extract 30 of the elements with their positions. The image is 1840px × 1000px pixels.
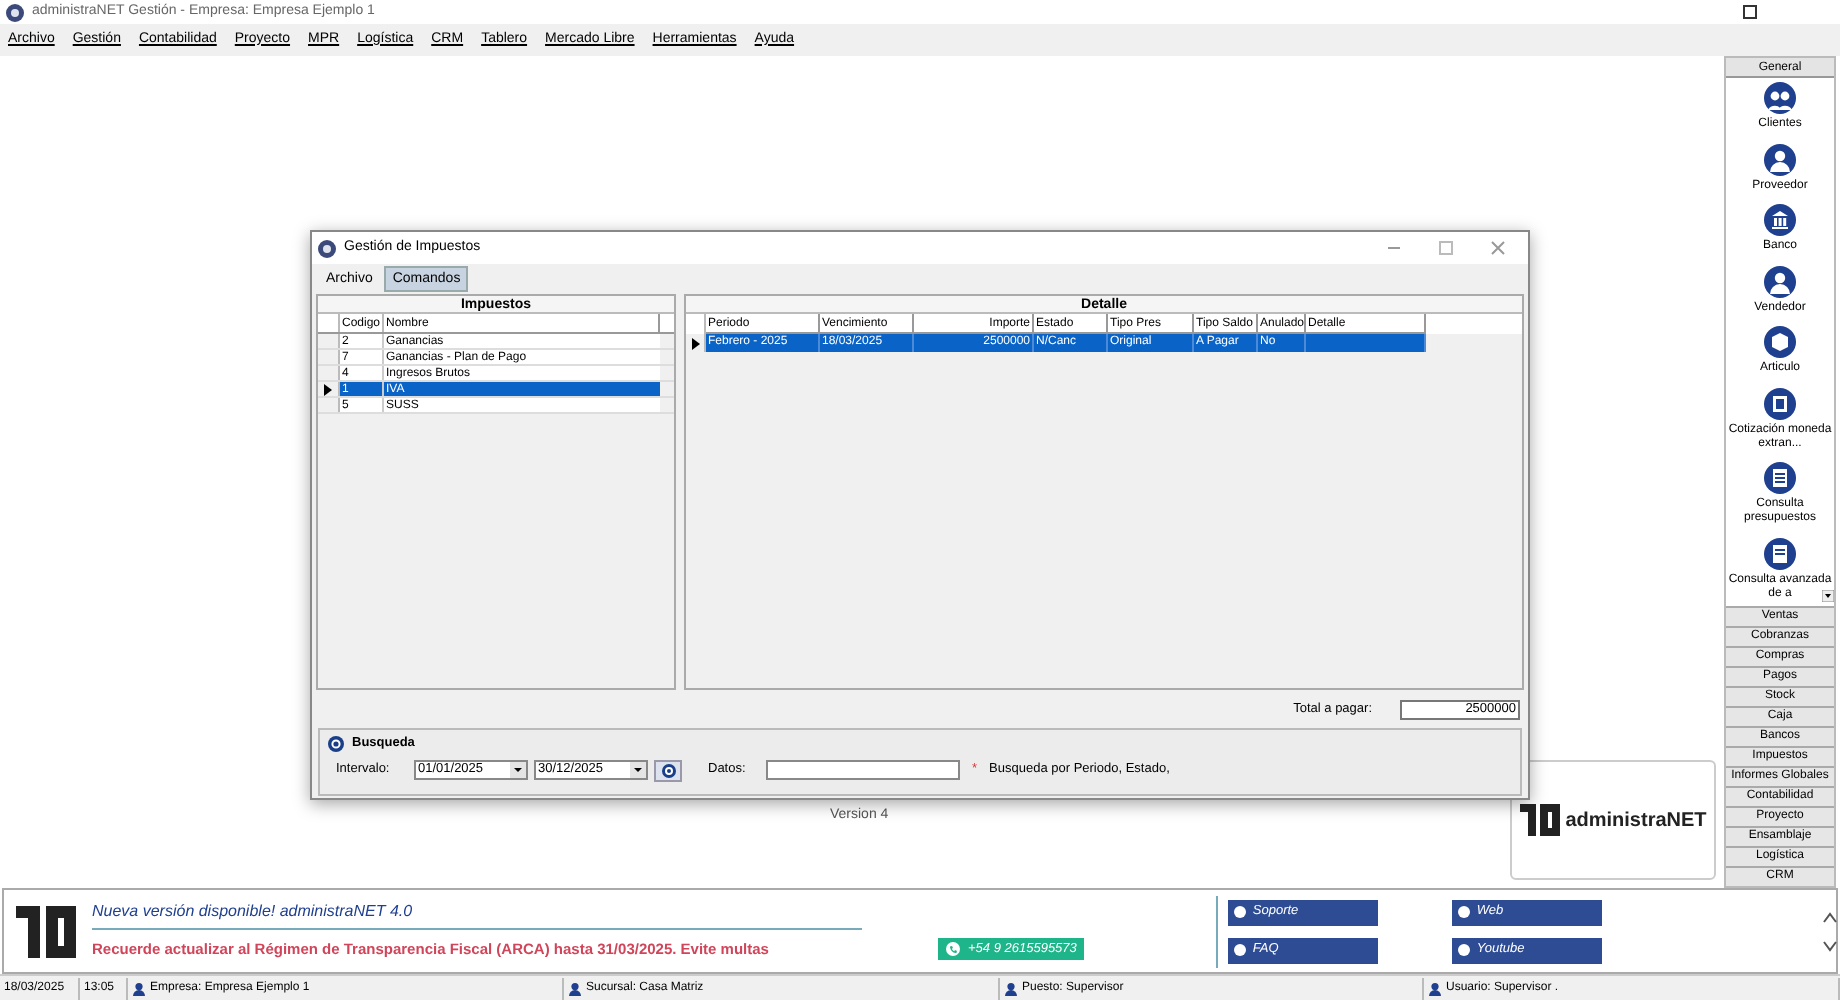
phone-icon [946,942,960,956]
document-icon [1764,462,1796,495]
document-icon [1764,537,1796,570]
logo-icon [1519,804,1560,836]
user-icon [1004,981,1018,995]
close-icon [1490,240,1506,256]
user-icon [568,981,582,995]
user-icon [1428,981,1442,995]
data-field[interactable] [766,760,960,781]
scroll-down-icon [1822,589,1834,602]
row-pointer-icon [691,337,699,349]
logo-text: administraNET [1565,807,1707,835]
search-button[interactable] [654,759,682,782]
app-icon [318,239,336,257]
maximize-icon [1438,240,1454,256]
restore-icon [1742,4,1758,20]
banner-headline: Nueva versión disponible! administraNET 4.0 [92,900,862,931]
scroll-arrows-icon [1822,908,1838,956]
people-icon [1764,82,1796,114]
row-pointer-icon [324,383,332,395]
logo-icon [16,905,76,957]
person-icon [1764,265,1796,298]
dropdown-arrow-icon [630,762,646,779]
user-icon [132,981,146,995]
bank-icon [1764,204,1796,237]
cube-icon [1764,326,1796,359]
dropdown-arrow-icon [510,762,526,779]
app-icon [6,3,24,21]
person-icon [1764,143,1796,176]
document-icon [1764,387,1796,420]
